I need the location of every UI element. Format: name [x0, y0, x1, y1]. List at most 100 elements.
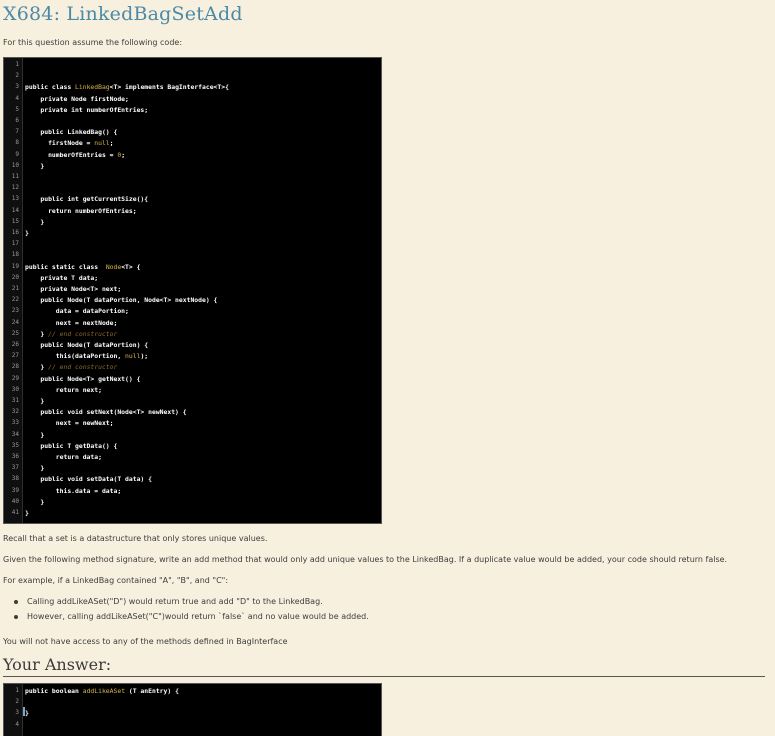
line-number: 6 [15, 117, 19, 124]
heading-divider [3, 676, 765, 677]
code-text: } [25, 497, 45, 506]
code-line[interactable]: 2 [4, 71, 381, 81]
code-text: } [25, 161, 45, 170]
code-line[interactable]: 23 data = dataPortion; [4, 306, 381, 316]
line-number: 9 [15, 150, 19, 158]
code-line[interactable]: 41} [4, 508, 381, 518]
code-line[interactable]: 12 [4, 183, 381, 193]
note-text: You will not have access to any of the m… [3, 637, 288, 646]
line-number: 40 [11, 497, 19, 505]
code-text: return next; [25, 385, 102, 394]
line-number: 29 [11, 374, 19, 382]
code-line[interactable]: 31 } [4, 396, 381, 406]
line-number: 27 [11, 352, 19, 360]
code-line[interactable]: 15 } [4, 217, 381, 227]
line-number: 16 [11, 229, 19, 236]
line-number: 11 [11, 173, 19, 180]
line-number: 7 [15, 128, 19, 136]
code-text: public boolean addLikeASet (T anEntry) { [25, 687, 179, 695]
code-line[interactable]: 5 private int numberOfEntries; [4, 105, 381, 115]
line-number: 22 [11, 296, 19, 304]
code-line[interactable]: 35 public T getData() { [4, 441, 381, 451]
code-line[interactable]: 1 public boolean addLikeASet (T anEntry) … [4, 686, 381, 696]
code-line[interactable]: 30 return next; [4, 385, 381, 395]
code-line[interactable]: 8 firstNode = null; [4, 138, 381, 148]
line-number: 19 [11, 262, 19, 270]
code-line[interactable]: 28 } // end constructor [4, 362, 381, 372]
line-number: 23 [11, 307, 19, 315]
code-text: firstNode = null; [25, 139, 114, 148]
code-line[interactable]: 4 [4, 720, 381, 730]
code-line[interactable]: 24 next = nextNode; [4, 318, 381, 328]
line-number: 2 [15, 698, 19, 706]
code-line[interactable]: 38 public void setData(T data) { [4, 474, 381, 484]
code-line[interactable]: 13 public int getCurrentSize(){ [4, 194, 381, 204]
code-line[interactable]: 3 public class LinkedBag<T> implements Ba… [4, 82, 381, 92]
code-text: } // end constructor [25, 329, 118, 338]
code-text: public Node<T> getNext() { [25, 374, 141, 383]
code-line[interactable]: 18 [4, 250, 381, 260]
code-line[interactable]: 14 return numberOfEntries; [4, 206, 381, 216]
line-number: 31 [11, 397, 19, 404]
code-line[interactable]: 34 } [4, 430, 381, 440]
code-line[interactable]: 27 this(dataPortion, null); [4, 351, 381, 361]
code-text: } [25, 709, 29, 718]
code-text: return data; [25, 453, 102, 461]
line-number: 20 [11, 273, 19, 281]
code-line[interactable]: 20 private T data; [4, 273, 381, 283]
line-number: 26 [11, 341, 19, 348]
code-line[interactable]: 1 [4, 60, 381, 70]
code-line[interactable]: 40 } [4, 497, 381, 507]
code-line[interactable]: 36 return data; [4, 452, 381, 462]
code-text: next = nextNode; [25, 318, 118, 327]
code-line[interactable]: 17 [4, 239, 381, 249]
code-text: public T getData() { [25, 441, 118, 450]
example-list: Calling addLikeASet("D") would return tr… [3, 597, 369, 627]
line-number: 12 [11, 184, 19, 192]
code-line[interactable]: 29 public Node<T> getNext() { [4, 374, 381, 384]
code-line[interactable]: 11 [4, 172, 381, 182]
line-number: 33 [11, 419, 19, 427]
line-number: 4 [15, 94, 19, 102]
code-line[interactable]: 19 public static class Node<T> { [4, 262, 381, 272]
code-line[interactable]: 6 [4, 116, 381, 126]
line-number: 36 [11, 453, 19, 460]
code-line[interactable]: 3} [4, 708, 381, 718]
code-line[interactable]: 37 } [4, 463, 381, 473]
line-number: 17 [11, 240, 19, 248]
code-line[interactable]: 33 next = newNext; [4, 418, 381, 428]
code-line[interactable]: 10 } [4, 161, 381, 171]
line-number: 14 [11, 206, 19, 214]
code-text: } [25, 397, 45, 405]
code-line[interactable]: 16} [4, 228, 381, 238]
recall-text: Recall that a set is a datastructure tha… [3, 534, 268, 543]
code-line[interactable]: 22 public Node(T dataPortion, Node<T> ne… [4, 295, 381, 305]
code-line[interactable]: 2 [4, 697, 381, 707]
code-line[interactable]: 25 } // end constructor [4, 329, 381, 339]
code-text: } [25, 217, 45, 226]
code-line[interactable]: 4 private Node firstNode; [4, 94, 381, 104]
code-text: public void setData(T data) { [25, 475, 152, 484]
code-line[interactable]: 21 private Node<T> next; [4, 284, 381, 294]
code-text: private Node firstNode; [25, 94, 129, 103]
answer-code-editor[interactable]: 1 public boolean addLikeASet (T anEntry) … [3, 683, 382, 736]
code-line[interactable]: 9 numberOfEntries = 0; [4, 150, 381, 160]
code-line[interactable]: 32 public void setNext(Node<T> newNext) … [4, 407, 381, 417]
code-line[interactable]: 39 this.data = data; [4, 486, 381, 496]
bullet-icon [14, 600, 18, 604]
code-text: public int getCurrentSize(){ [25, 195, 149, 204]
code-line[interactable]: 7 public LinkedBag() { [4, 127, 381, 137]
line-number: 1 [15, 61, 19, 68]
code-line[interactable]: 26 public Node(T dataPortion) { [4, 340, 381, 350]
given-code-editor[interactable]: 1 2 3 public class LinkedBag<T> implements … [3, 57, 382, 524]
code-text: public Node(T dataPortion) { [25, 341, 149, 349]
code-text: numberOfEntries = 0; [25, 150, 126, 159]
line-number: 10 [11, 161, 19, 169]
line-number: 30 [11, 385, 19, 393]
code-text: private T data; [25, 273, 99, 282]
example-intro-text: For example, if a LinkedBag contained "A… [3, 576, 229, 585]
code-text: private int numberOfEntries; [25, 105, 149, 114]
code-text: } [25, 509, 29, 517]
line-number: 21 [11, 285, 19, 292]
intro-text: For this question assume the following c… [3, 38, 183, 47]
